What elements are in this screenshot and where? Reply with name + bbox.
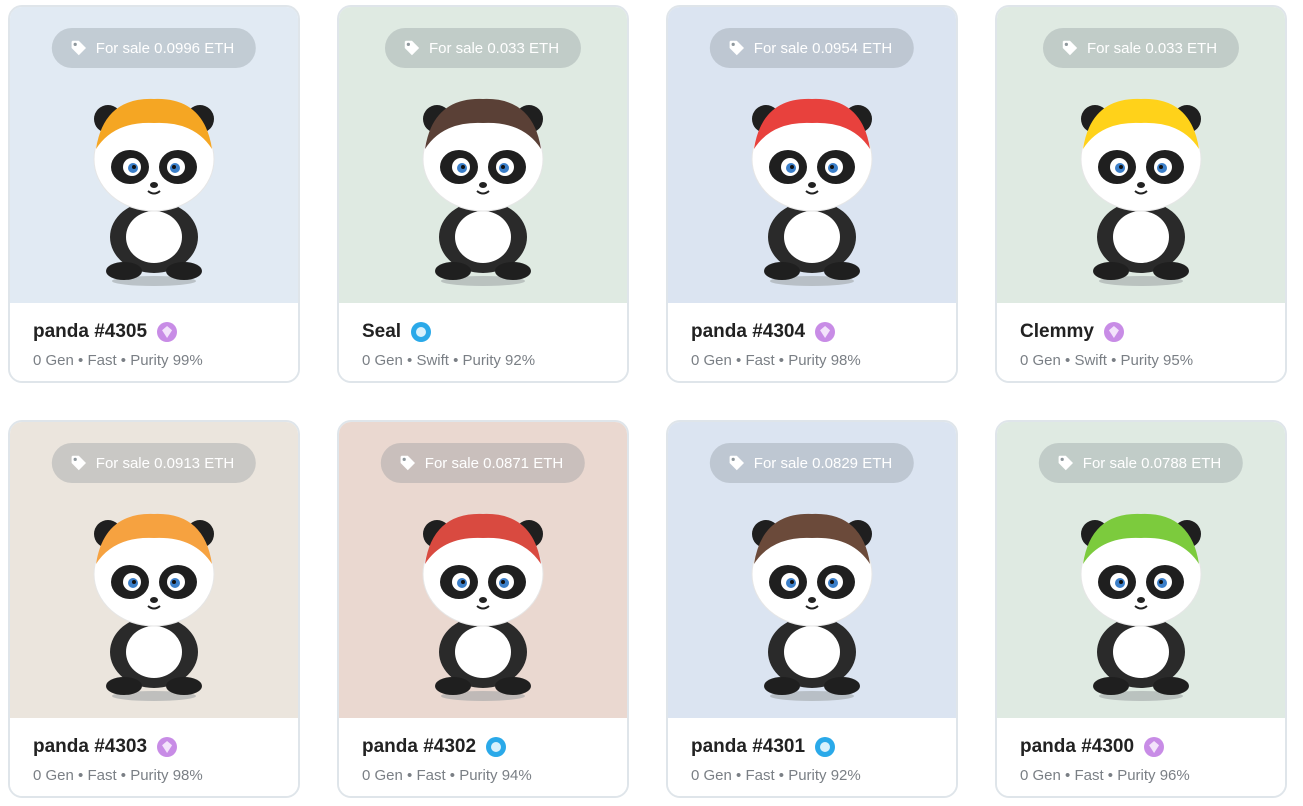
for-sale-pill[interactable]: For sale 0.0913 ETH — [51, 443, 257, 483]
for-sale-pill[interactable]: For sale 0.033 ETH — [384, 28, 582, 68]
panda-attributes: 0 Gen • Swift • Purity 92% — [362, 352, 536, 369]
sale-price-label: For sale 0.0996 ETH — [95, 39, 235, 57]
panda-attributes: 0 Gen • Fast • Purity 94% — [362, 767, 532, 784]
panda-attributes: 0 Gen • Fast • Purity 92% — [691, 767, 861, 784]
rarity-badge-icon — [1144, 737, 1165, 757]
panda-name[interactable]: Clemmy — [1020, 321, 1094, 343]
card-info: Seal 0 Gen • Swift • Purity 92% — [339, 303, 627, 381]
panda-name[interactable]: Seal — [362, 321, 401, 343]
card-info: panda #4302 0 Gen • Fast • Purity 94% — [339, 718, 627, 796]
panda-name[interactable]: panda #4301 — [691, 736, 805, 758]
sale-price-label: For sale 0.0913 ETH — [95, 454, 235, 472]
panda-name[interactable]: panda #4305 — [33, 321, 147, 343]
price-tag-icon — [729, 455, 744, 471]
price-tag-icon — [1058, 455, 1073, 471]
for-sale-pill[interactable]: For sale 0.0829 ETH — [709, 443, 915, 483]
price-tag-icon — [729, 40, 744, 56]
panda-card[interactable]: For sale 0.033 ETH Clemmy 0 Gen • Swift … — [995, 5, 1287, 383]
card-info: panda #4300 0 Gen • Fast • Purity 96% — [997, 718, 1285, 796]
panda-illustration — [422, 98, 544, 286]
panda-name[interactable]: panda #4303 — [33, 736, 147, 758]
panda-card[interactable]: For sale 0.0788 ETH panda #4300 0 Gen • … — [995, 420, 1287, 798]
for-sale-pill[interactable]: For sale 0.0996 ETH — [51, 28, 257, 68]
price-tag-icon — [71, 455, 86, 471]
panda-card[interactable]: For sale 0.0829 ETH panda #4301 0 Gen • … — [666, 420, 958, 798]
price-tag-icon — [400, 455, 415, 471]
panda-attributes: 0 Gen • Fast • Purity 96% — [1020, 767, 1190, 784]
panda-attributes: 0 Gen • Swift • Purity 95% — [1020, 352, 1194, 369]
card-info: panda #4305 0 Gen • Fast • Purity 99% — [10, 303, 298, 381]
card-info: panda #4301 0 Gen • Fast • Purity 92% — [668, 718, 956, 796]
panda-card[interactable]: For sale 0.033 ETH Seal 0 Gen • Swift • … — [337, 5, 629, 383]
sale-price-label: For sale 0.0954 ETH — [753, 39, 893, 57]
panda-card[interactable]: For sale 0.0996 ETH panda #4305 0 Gen • … — [8, 5, 300, 383]
for-sale-pill[interactable]: For sale 0.0954 ETH — [709, 28, 915, 68]
for-sale-pill[interactable]: For sale 0.0871 ETH — [380, 443, 586, 483]
sale-price-label: For sale 0.0829 ETH — [753, 454, 893, 472]
rarity-badge-icon — [1103, 322, 1124, 342]
card-info: panda #4304 0 Gen • Fast • Purity 98% — [668, 303, 956, 381]
price-tag-icon — [1062, 40, 1078, 56]
panda-attributes: 0 Gen • Fast • Purity 99% — [33, 352, 203, 369]
for-sale-pill[interactable]: For sale 0.0788 ETH — [1038, 443, 1244, 483]
sale-price-label: For sale 0.033 ETH — [1086, 39, 1218, 57]
panda-illustration — [1080, 98, 1202, 286]
panda-illustration — [93, 513, 215, 701]
panda-illustration — [1080, 513, 1202, 701]
rarity-badge-icon — [411, 322, 432, 342]
panda-attributes: 0 Gen • Fast • Purity 98% — [691, 352, 861, 369]
sale-price-label: For sale 0.0788 ETH — [1082, 454, 1222, 472]
panda-illustration — [93, 98, 215, 286]
panda-card[interactable]: For sale 0.0954 ETH panda #4304 0 Gen • … — [666, 5, 958, 383]
panda-illustration — [422, 513, 544, 701]
panda-name[interactable]: panda #4300 — [1020, 736, 1134, 758]
rarity-badge-icon — [157, 737, 178, 757]
rarity-badge-icon — [815, 737, 836, 757]
rarity-badge-icon — [157, 322, 178, 342]
sale-price-label: For sale 0.033 ETH — [428, 39, 560, 57]
panda-name[interactable]: panda #4304 — [691, 321, 805, 343]
panda-name[interactable]: panda #4302 — [362, 736, 476, 758]
sale-price-label: For sale 0.0871 ETH — [424, 454, 564, 472]
card-info: panda #4303 0 Gen • Fast • Purity 98% — [10, 718, 298, 796]
rarity-badge-icon — [486, 737, 507, 757]
panda-attributes: 0 Gen • Fast • Purity 98% — [33, 767, 203, 784]
panda-illustration — [751, 98, 873, 286]
card-info: Clemmy 0 Gen • Swift • Purity 95% — [997, 303, 1285, 381]
price-tag-icon — [71, 40, 86, 56]
for-sale-pill[interactable]: For sale 0.033 ETH — [1042, 28, 1240, 68]
rarity-badge-icon — [815, 322, 836, 342]
price-tag-icon — [404, 40, 420, 56]
panda-card[interactable]: For sale 0.0913 ETH panda #4303 0 Gen • … — [8, 420, 300, 798]
panda-illustration — [751, 513, 873, 701]
panda-card[interactable]: For sale 0.0871 ETH panda #4302 0 Gen • … — [337, 420, 629, 798]
